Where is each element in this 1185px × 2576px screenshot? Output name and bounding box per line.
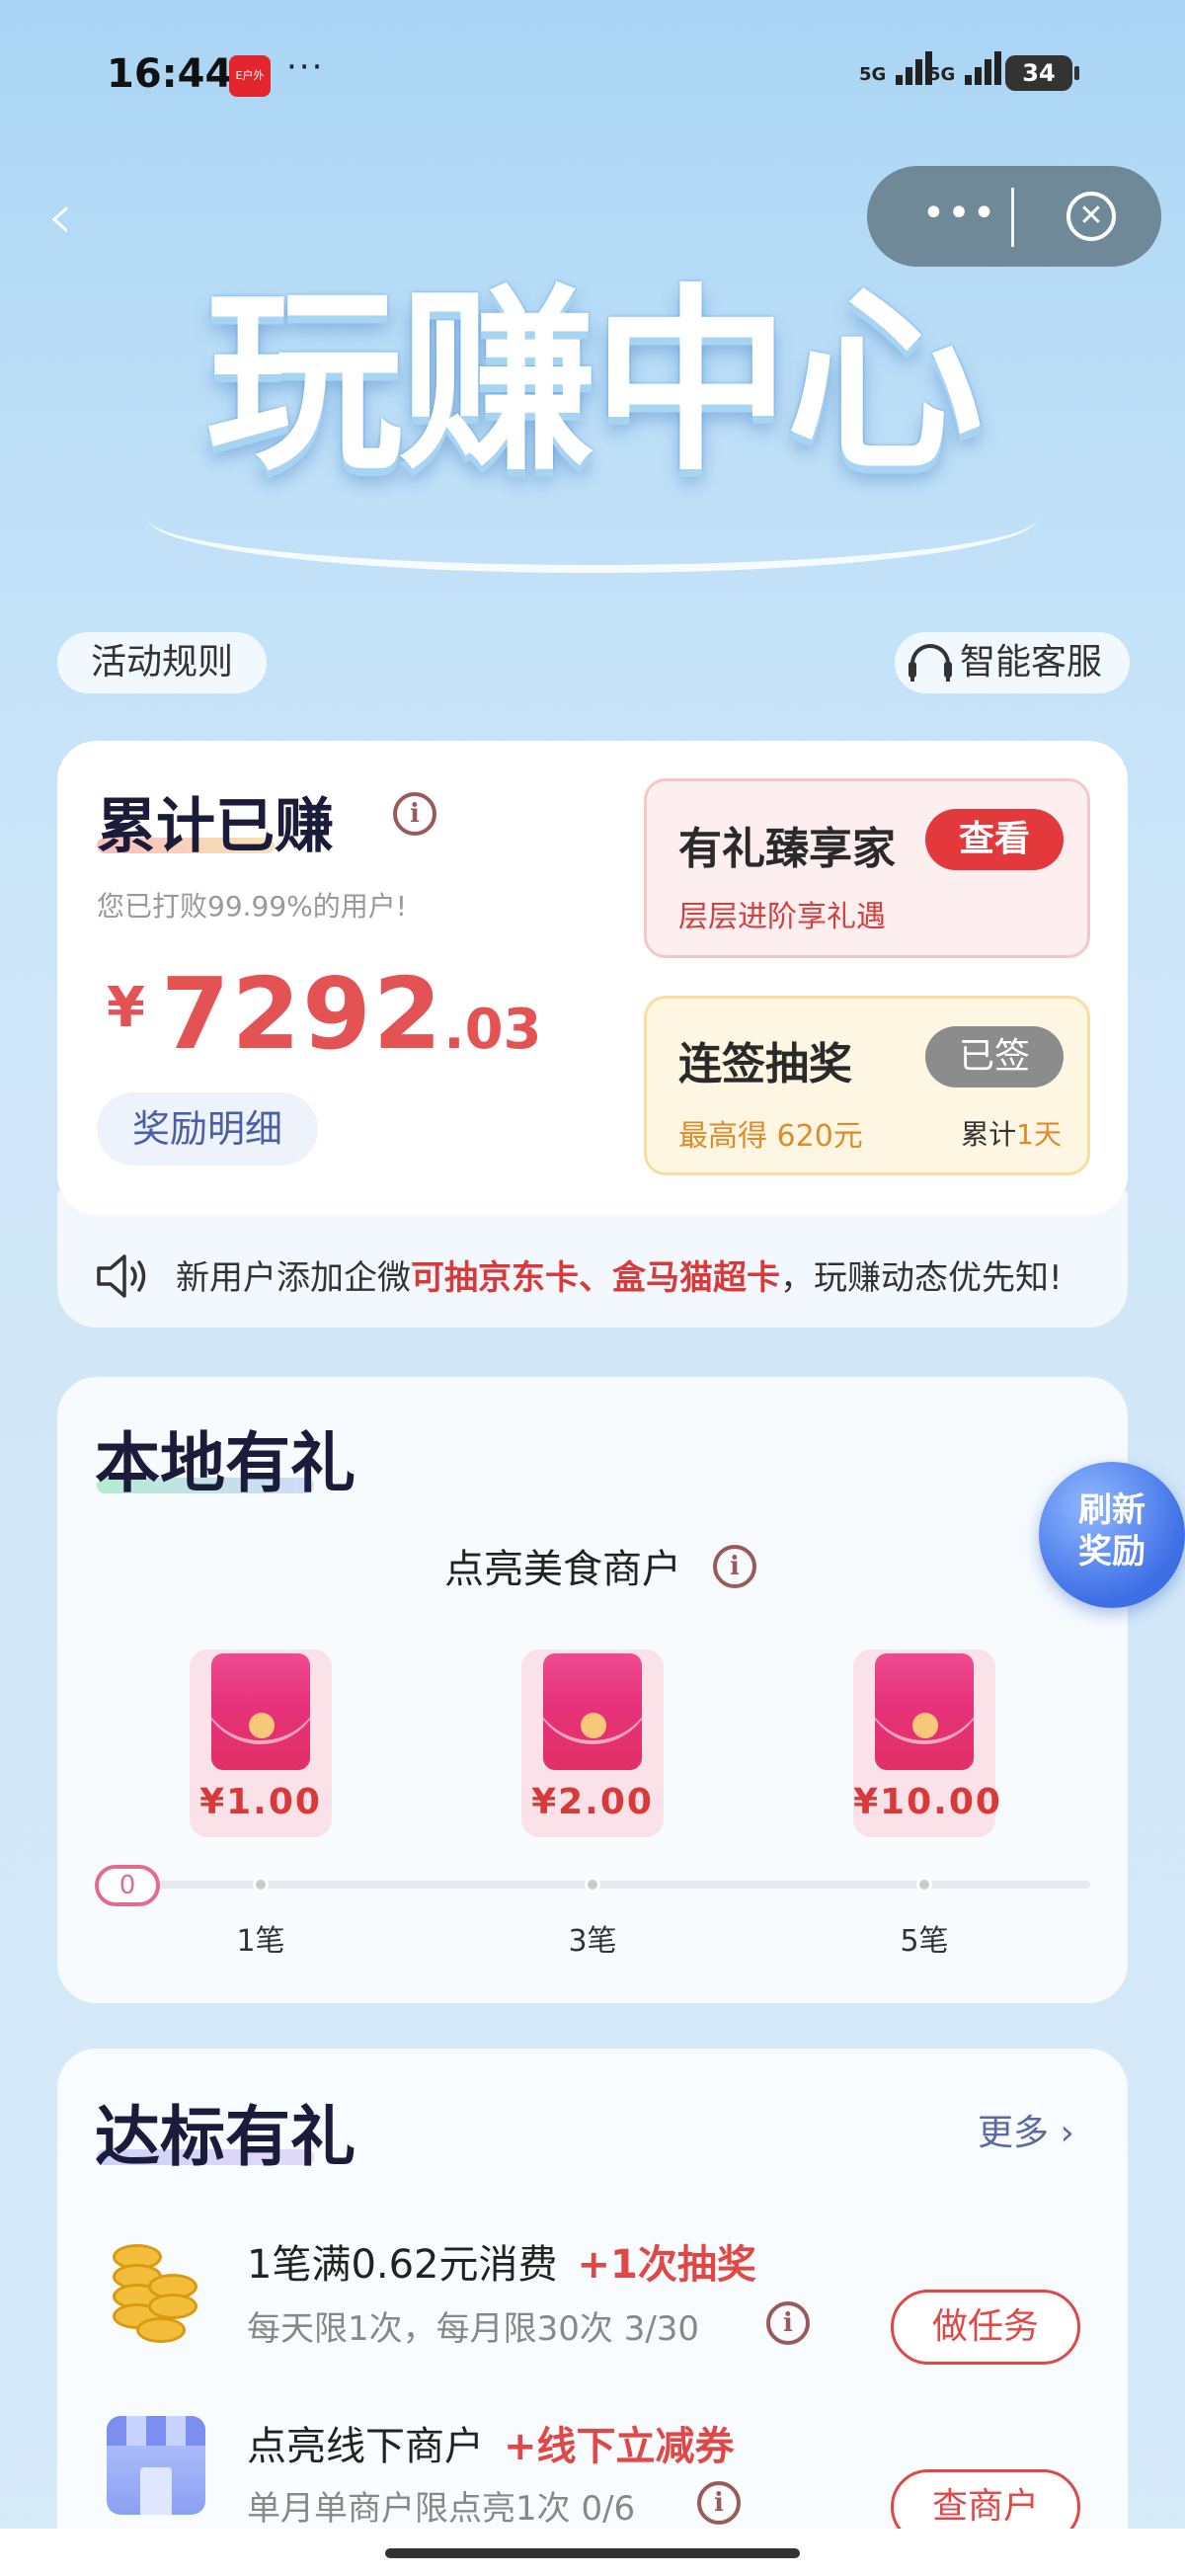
signal-icon-2: 5G [928,51,1001,85]
task-bonus: +1次抽奖 [577,2242,756,2288]
red-envelope-icon [211,1653,310,1770]
signed-button[interactable]: 已签 [925,1026,1064,1087]
vip-subtitle: 层层进阶享礼遇 [678,900,886,934]
red-packet-value: ¥2.00 [531,1782,654,1822]
earnings-title: 累计已赚 [97,792,334,861]
target-gifts-title: 达标有礼 [95,2099,356,2175]
step-dot [585,1877,600,1892]
headset-icon [908,644,952,682]
more-link[interactable]: 更多 › [978,2104,1074,2155]
task-info-icon[interactable]: i [766,2301,810,2345]
signal-icon: 5G [859,51,932,85]
earnings-subtitle: 您已打败99.99%的用户! [97,890,407,923]
earnings-amount: ¥7292.03 [107,956,542,1072]
battery-icon: 34 [1005,55,1079,91]
info-icon[interactable]: i [393,792,436,836]
amount-decimal: .03 [443,998,542,1062]
task-title-text: 1笔满0.62元消费 [247,2242,558,2288]
step-label: 1笔 [236,1924,285,1959]
red-packet-2: ¥2.00 [521,1650,664,1837]
signal-label-2: 5G [928,64,956,85]
speaker-icon [97,1254,146,1298]
do-task-button[interactable]: 做任务 [891,2290,1080,2365]
red-packet-value: ¥1.00 [199,1782,322,1822]
amount-integer: 7292 [160,956,444,1072]
mini-program-capsule: ••• ✕ [867,166,1161,267]
close-icon[interactable]: ✕ [1066,192,1116,241]
notice-highlight: 可抽京东卡、盒马猫超卡 [411,1258,780,1298]
sign-in-max-reward: 最高得 620元 [678,1111,863,1155]
shop-icon [107,2416,205,2515]
task-title: 1笔满0.62元消费 +1次抽奖 [247,2232,756,2290]
home-indicator[interactable] [385,2548,800,2558]
app-notification-icon: E户外 [229,55,271,97]
currency-symbol: ¥ [107,976,145,1040]
sign-in-days: 累计1天 [961,1113,1062,1153]
vip-title: 有礼臻享家 [678,824,896,874]
capsule-divider [1011,188,1014,247]
local-gifts-title: 本地有礼 [95,1425,356,1501]
hero-decoration [148,464,1037,573]
sign-in-title: 连签抽奖 [678,1039,852,1089]
vip-view-button[interactable]: 查看 [925,809,1064,870]
notice-part1: 新用户添加企微 [176,1258,411,1298]
refresh-label-1: 刷新 [1078,1490,1146,1530]
customer-service-button[interactable]: 智能客服 [895,632,1130,693]
more-menu-icon[interactable]: ••• [910,188,1009,247]
back-arrow-icon[interactable]: ‹ [47,186,87,249]
activity-rules-button[interactable]: 活动规则 [57,632,267,693]
red-packet-value: ¥10.00 [853,1782,1002,1822]
max-prefix: 最高得 [678,1119,767,1154]
sign-in-panel[interactable]: 连签抽奖 已签 最高得 620元 累计1天 [644,996,1090,1175]
days-prefix: 累计 [961,1118,1017,1151]
red-envelope-icon [875,1653,974,1770]
light-up-shop-label: 点亮美食商户 [444,1547,681,1592]
status-time: 16:44 [107,51,233,97]
notice-text: 新用户添加企微可抽京东卡、盒马猫超卡，玩赚动态优先知! [176,1250,1063,1299]
step-label: 3笔 [568,1924,617,1959]
more-notifications-icon: ··· [286,47,325,87]
shop-info-icon[interactable]: i [713,1545,756,1588]
red-packet-3: ¥10.00 [853,1650,1002,1837]
step-dot [253,1877,269,1892]
light-up-shop-title: 点亮美食商户 [0,1537,1185,1594]
task-bonus: +线下立减券 [504,2424,735,2469]
customer-service-label: 智能客服 [960,642,1103,683]
notice-part2: ，玩赚动态优先知! [780,1258,1063,1298]
task-title: 点亮线下商户 +线下立减券 [247,2414,735,2471]
step-label: 5笔 [900,1924,949,1959]
coins-icon [107,2234,201,2345]
max-value: 620元 [776,1119,863,1154]
progress-indicator: 0 [95,1865,160,1906]
status-bar: 16:44 E户外 ··· 5G 5G 34 [0,0,1185,148]
task-title-text: 点亮线下商户 [247,2424,484,2469]
red-envelope-icon [543,1653,642,1770]
reward-details-button[interactable]: 奖励明细 [97,1092,318,1166]
vip-panel[interactable]: 有礼臻享家 查看 层层进阶享礼遇 [644,778,1090,958]
signal-label: 5G [859,64,887,85]
task-subtitle: 每天限1次，每月限30次 3/30 [247,2309,700,2349]
task-info-icon[interactable]: i [697,2481,741,2525]
days-value: 1天 [1016,1118,1062,1151]
red-packet-1: ¥1.00 [190,1650,332,1837]
step-dot [916,1877,932,1892]
task-subtitle: 单月单商户限点亮1次 0/6 [247,2489,636,2529]
